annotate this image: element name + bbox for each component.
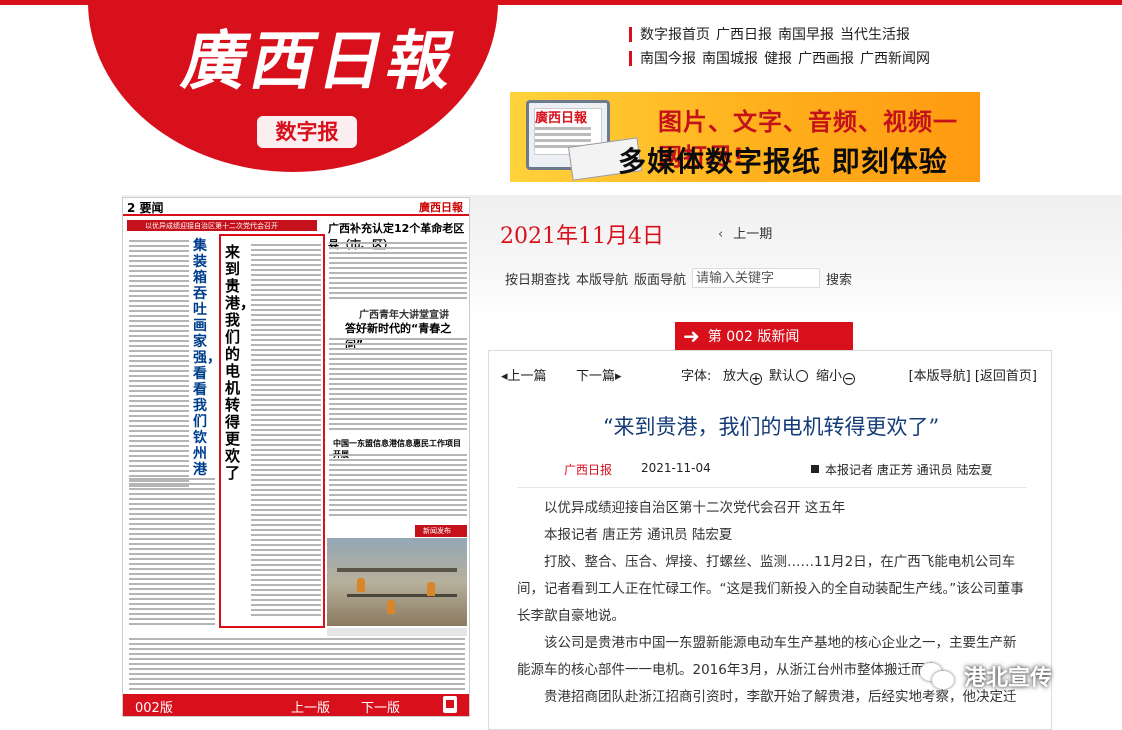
nav-link-nanguo-morning[interactable]: 南国早报 xyxy=(778,24,834,44)
article-title: “来到贵港，我们的电机转得更欢了” xyxy=(602,415,940,439)
nav-separator xyxy=(629,50,632,66)
next-article-button[interactable]: 下一篇▸ xyxy=(576,365,622,384)
this-page-nav-link[interactable]: 本版导航 xyxy=(576,269,628,288)
newspaper-page-image[interactable]: 2 要闻 廣西日報 以优异成绩迎接自治区第十二次党代会召开 集装箱吞吐画家强，看… xyxy=(122,197,470,717)
newspaper-column-text xyxy=(129,240,189,490)
square-bullet-icon xyxy=(811,465,819,473)
multimedia-banner[interactable]: 廣西日報 图片、文字、音频、视频一网打尽! 多媒体数字报纸 即刻体验 xyxy=(510,92,980,182)
pdf-download-icon[interactable] xyxy=(443,696,457,713)
nav-link-contemporary-life[interactable]: 当代生活报 xyxy=(840,24,910,44)
page-section-label: 第 002 版新闻 xyxy=(707,329,800,345)
article-date: 2021-11-04 xyxy=(641,461,711,475)
prev-article-button[interactable]: ◂上一篇 xyxy=(501,365,547,384)
font-default-label: 默认 xyxy=(769,369,796,384)
newspaper-strip-text: 以优异成绩迎接自治区第十二次党代会召开 xyxy=(145,222,278,230)
newspaper-photo-caption xyxy=(327,628,467,636)
newspaper-column-text xyxy=(329,338,467,433)
arrow-right-icon: ➜ xyxy=(683,324,700,348)
newspaper-masthead: 廣西日報 xyxy=(419,201,463,214)
article-paragraph: 以优异成绩迎接自治区第十二次党代会召开 这五年 xyxy=(544,500,846,516)
chevron-left-icon: ‹ xyxy=(718,227,724,242)
search-input[interactable] xyxy=(692,268,821,288)
font-bigger-button[interactable]: 放大 + xyxy=(723,365,763,385)
newspaper-feature-strip: 以优异成绩迎接自治区第十二次党代会召开 xyxy=(127,220,317,231)
newspaper-footer-bar: 002版 上一版 下一版 xyxy=(123,694,469,716)
nav-link-nanguo-city[interactable]: 南国城报 xyxy=(702,48,758,68)
article-paragraph: 打胶、整合、压合、焊接、打螺丝、监测……11月2日，在广西飞能电机公司车间，记者… xyxy=(517,554,1024,624)
search-button[interactable]: 搜索 xyxy=(826,269,852,288)
banner-line-2: 多媒体数字报纸 即刻体验 xyxy=(618,145,948,178)
font-smaller-button[interactable]: 缩小 − xyxy=(816,365,856,385)
prev-page-button[interactable]: 上一版 xyxy=(291,697,330,716)
highlighted-article-title: 来到贵港，我们的电机转得更欢了 xyxy=(225,243,256,482)
nav-link-digital-home[interactable]: 数字报首页 xyxy=(640,24,710,44)
banner-logo: 廣西日報 xyxy=(535,111,588,126)
newspaper-column-text xyxy=(251,244,321,619)
next-article-label: 下一篇 xyxy=(576,369,616,384)
article-byline-text: 本报记者 唐正芳 通讯员 陆宏夏 xyxy=(825,463,993,477)
top-nav-links: 数字报首页 广西日报 南国早报 当代生活报 南国今报 南国城报 健报 广西画报 … xyxy=(629,22,1049,70)
newspaper-header: 2 要闻 廣西日報 xyxy=(123,198,469,216)
newspaper-sub-kicker: 广西青年大讲堂宣讲 xyxy=(359,310,449,321)
nav-separator xyxy=(629,26,632,42)
digital-edition-tag[interactable]: 数字报 xyxy=(257,116,357,148)
nav-link-guangxi-pictorial[interactable]: 广西画报 xyxy=(798,48,854,68)
site-logo[interactable]: 廣西日報 xyxy=(161,22,478,102)
news-release-badge: 新闻发布 xyxy=(415,525,467,537)
top-nav-row-1: 数字报首页 广西日报 南国早报 当代生活报 xyxy=(629,22,1049,46)
issue-date: 2021年11月4日 xyxy=(500,224,664,249)
wechat-watermark: 港北宣传 xyxy=(920,656,1052,696)
page-version-label: 002版 xyxy=(135,701,173,716)
newspaper-page-number: 2 要闻 xyxy=(127,201,164,215)
article-byline: 本报记者 唐正芳 通讯员 陆宏夏 xyxy=(811,461,992,478)
prev-issue-label: 上一期 xyxy=(733,227,773,242)
find-by-date-link[interactable]: 按日期查找 xyxy=(505,269,570,288)
article-nav-links[interactable]: [本版导航] [返回首页] xyxy=(909,365,1037,384)
pages-nav-link[interactable]: 版面导航 xyxy=(634,269,686,288)
article-meta: 广西日报 2021-11-04 本报记者 唐正芳 通讯员 陆宏夏 xyxy=(489,461,1053,479)
font-smaller-label: 缩小 xyxy=(816,369,843,384)
nav-link-guangxi-daily[interactable]: 广西日报 xyxy=(716,24,772,44)
highlighted-article-region[interactable]: 来到贵港，我们的电机转得更欢了 xyxy=(219,234,325,628)
plus-circle-icon: + xyxy=(750,372,763,385)
nav-link-nanguo-today[interactable]: 南国今报 xyxy=(640,48,696,68)
prev-issue-link[interactable]: ‹ 上一期 xyxy=(718,223,772,242)
article-source: 广西日报 xyxy=(564,463,613,477)
newspaper-column-text xyxy=(329,242,467,302)
nav-link-health[interactable]: 健报 xyxy=(764,48,792,68)
font-size-label: 字体: xyxy=(681,369,712,384)
newspaper-column-text xyxy=(329,454,467,519)
wechat-icon xyxy=(920,661,956,691)
newspaper-column-text xyxy=(129,478,215,628)
top-nav-row-2: 南国今报 南国城报 健报 广西画报 广西新闻网 xyxy=(629,46,1049,70)
font-default-button[interactable]: 默认 xyxy=(769,365,809,384)
next-page-button[interactable]: 下一版 xyxy=(361,697,400,716)
nav-link-guangxi-news-net[interactable]: 广西新闻网 xyxy=(860,48,930,68)
newspaper-column-text xyxy=(129,638,465,693)
watermark-text: 港北宣传 xyxy=(964,666,1053,691)
news-release-badge-text: 新闻发布 xyxy=(423,527,451,535)
prev-article-label: 上一篇 xyxy=(507,369,547,384)
page-section-tab[interactable]: ➜ 第 002 版新闻 xyxy=(675,322,853,350)
article-toolbar: ◂上一篇 下一篇▸ 字体: 放大 + 默认 缩小 − [本版导航] [返回首页] xyxy=(501,365,1041,385)
issue-nav-row: 按日期查找 本版导航 版面导航 搜索 xyxy=(505,268,858,288)
newspaper-left-vertical-title[interactable]: 集装箱吞吐画家强，看看我们钦州港 xyxy=(193,238,221,478)
circle-icon xyxy=(796,370,809,382)
font-bigger-label: 放大 xyxy=(723,369,750,384)
article-paragraph: 本报记者 唐正芳 通讯员 陆宏夏 xyxy=(544,527,733,543)
newspaper-photo[interactable] xyxy=(327,538,467,626)
minus-circle-icon: − xyxy=(843,372,856,385)
article-divider xyxy=(517,487,1027,488)
